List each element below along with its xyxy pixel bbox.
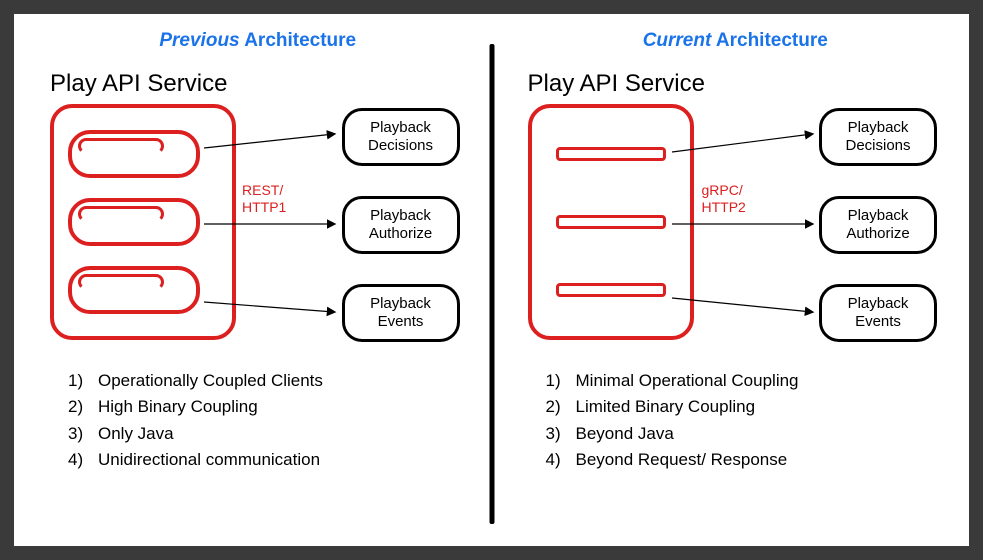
service-title-left: Play API Service [50,70,472,98]
title-rest: Architecture [711,30,828,51]
arrows-right [672,104,832,344]
service-playback-events-left: PlaybackEvents [342,284,460,342]
bullet-text: Unidirectional communication [98,447,320,473]
service-playback-authorize-right: PlaybackAuthorize [819,196,937,254]
service-playback-decisions-right: PlaybackDecisions [819,108,937,166]
client-block-3 [68,266,200,314]
service-playback-decisions-left: PlaybackDecisions [342,108,460,166]
bullet-num: 3) [546,421,576,447]
service-playback-events-right: PlaybackEvents [819,284,937,342]
bullet-text: Beyond Request/ Response [576,447,788,473]
title-rest: Architecture [240,30,357,51]
title-current: Current Architecture [522,30,950,52]
slide: Previous Architecture Play API Service R… [14,14,969,546]
bullet-num: 4) [68,447,98,473]
bullet-num: 1) [546,368,576,394]
bullet-num: 4) [546,447,576,473]
stub-block-3 [556,283,666,297]
bullet-text: Minimal Operational Coupling [576,368,799,394]
bullets-left: 1)Operationally Coupled Clients 2)High B… [44,368,472,473]
protocol-label-right: gRPC/HTTP2 [702,182,746,216]
title-emph: Current [643,30,712,51]
protocol-label-left: REST/HTTP1 [242,182,286,216]
service-playback-authorize-left: PlaybackAuthorize [342,196,460,254]
title-previous: Previous Architecture [44,30,472,52]
api-container-left [50,104,236,340]
diagram-left: REST/HTTP1 PlaybackDecisions PlaybackAut… [44,104,472,354]
bullet-num: 3) [68,421,98,447]
bullet-num: 2) [546,394,576,420]
client-block-1 [68,130,200,178]
bullet-text: Beyond Java [576,421,674,447]
bullet-text: Limited Binary Coupling [576,394,756,420]
diagram-right: gRPC/HTTP2 PlaybackDecisions PlaybackAut… [522,104,950,354]
stub-block-2 [556,215,666,229]
bullet-text: Operationally Coupled Clients [98,368,323,394]
bullet-num: 1) [68,368,98,394]
bullet-text: High Binary Coupling [98,394,258,420]
title-emph: Previous [159,30,239,51]
bullets-right: 1)Minimal Operational Coupling 2)Limited… [522,368,950,473]
panel-current: Current Architecture Play API Service gR… [492,14,970,546]
api-container-right [528,104,694,340]
stub-block-1 [556,147,666,161]
bullet-num: 2) [68,394,98,420]
panel-previous: Previous Architecture Play API Service R… [14,14,492,546]
client-block-2 [68,198,200,246]
bullet-text: Only Java [98,421,174,447]
service-title-right: Play API Service [528,70,950,98]
